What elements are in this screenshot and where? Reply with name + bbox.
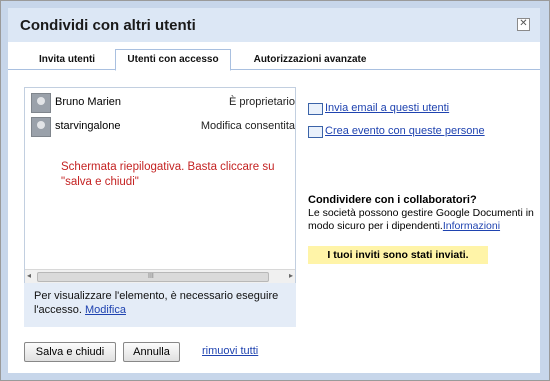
cancel-button[interactable]: Annulla: [123, 342, 180, 362]
collaborators-text: Le società possono gestire Google Docume…: [308, 207, 538, 233]
informazioni-link[interactable]: Informazioni: [443, 220, 500, 232]
access-message-text: Per visualizzare l'elemento, è necessari…: [34, 290, 279, 316]
users-panel: Bruno Marien È proprietario starvingalon…: [24, 87, 296, 327]
invites-sent-notice: I tuoi inviti sono stati inviati.: [308, 246, 488, 264]
tab-autorizzazioni-avanzate[interactable]: Autorizzazioni avanzate: [240, 50, 380, 69]
tab-utenti-con-accesso[interactable]: Utenti con accesso: [115, 49, 231, 71]
dialog-titlebar: Condividi con altri utenti ✕: [8, 8, 540, 42]
tab-bar: Invita utenti Utenti con accesso Autoriz…: [8, 42, 540, 71]
grip-icon: III: [148, 273, 154, 280]
scroll-left-icon[interactable]: ◂: [27, 271, 31, 280]
scrollbar-thumb[interactable]: III: [37, 272, 269, 282]
tab-invita-utenti[interactable]: Invita utenti: [20, 50, 114, 69]
email-users-label[interactable]: Invia email a questi utenti: [325, 102, 449, 114]
calendar-icon: [308, 126, 323, 138]
email-icon: [308, 103, 323, 115]
collaborators-title: Condividere con i collaboratori?: [308, 194, 477, 206]
user-row[interactable]: Bruno Marien È proprietario: [31, 93, 295, 113]
annotation-text: Schermata riepilogativa. Basta cliccare …: [61, 161, 275, 188]
avatar: [31, 93, 51, 113]
scroll-right-icon[interactable]: ▸: [289, 271, 293, 280]
user-role: È proprietario: [228, 96, 295, 108]
remove-all-link[interactable]: rimuovi tutti: [202, 345, 258, 357]
modifica-link[interactable]: Modifica: [85, 304, 126, 316]
share-dialog: Condividi con altri utenti ✕ Invita uten…: [0, 0, 550, 381]
avatar: [31, 117, 51, 137]
user-row[interactable]: starvingalone Modifica consentita: [31, 117, 295, 137]
close-icon[interactable]: ✕: [517, 18, 530, 31]
dialog-title: Condividi con altri utenti: [20, 17, 196, 34]
users-list: Bruno Marien È proprietario starvingalon…: [24, 87, 296, 283]
dialog-content: Invita utenti Utenti con accesso Autoriz…: [8, 42, 540, 373]
user-name: Bruno Marien: [55, 96, 122, 108]
create-event-label[interactable]: Crea evento con queste persone: [325, 125, 485, 137]
access-message: Per visualizzare l'elemento, è necessari…: [34, 289, 294, 317]
save-and-close-button[interactable]: Salva e chiudi: [24, 342, 116, 362]
user-name: starvingalone: [55, 120, 121, 132]
horizontal-scrollbar[interactable]: ◂ III ▸: [25, 269, 295, 283]
user-role: Modifica consentita: [200, 120, 295, 132]
